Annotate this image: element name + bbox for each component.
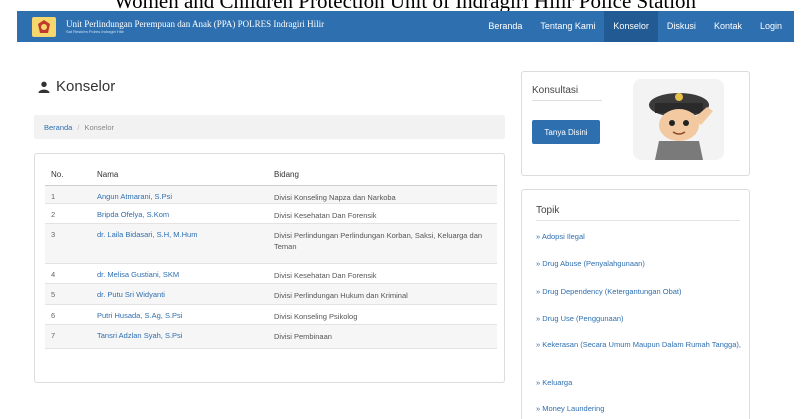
column-header-no: No.	[45, 164, 91, 186]
counselor-name-link[interactable]: Tansri Adzlan Syah, S.Psi	[91, 324, 268, 349]
topik-link[interactable]: » Money Laundering	[536, 403, 742, 414]
table-row: 7 Tansri Adzlan Syah, S.Psi Divisi Pembi…	[45, 324, 497, 349]
column-header-nama: Nama	[91, 164, 268, 186]
table-header-row: No. Nama Bidang	[45, 164, 497, 186]
topik-link[interactable]: » Drug Dependency (Ketergantungan Obat)	[536, 286, 742, 297]
table-row: 1 Angun Atmarani, S.Psi Divisi Konseling…	[45, 185, 497, 204]
counselor-name-link[interactable]: Angun Atmarani, S.Psi	[91, 185, 268, 204]
topik-panel: Topik » Adopsi Ilegal » Drug Abuse (Peny…	[521, 189, 750, 419]
table-row: 6 Putri Husada, S.Ag, S.Psi Divisi Konse…	[45, 304, 497, 325]
konselor-table: No. Nama Bidang 1 Angun Atmarani, S.Psi …	[45, 164, 497, 349]
breadcrumb: Beranda / Konselor	[34, 115, 505, 139]
cell-no: 6	[45, 304, 91, 325]
nav-beranda[interactable]: Beranda	[479, 11, 531, 42]
counselor-name-link[interactable]: dr. Laila Bidasari, S.H, M.Hum	[91, 223, 268, 264]
cell-no: 4	[45, 263, 91, 284]
column-header-bidang: Bidang	[268, 164, 497, 186]
topik-link[interactable]: » Keluarga	[536, 377, 742, 388]
cell-bidang: Divisi Perlindungan Perlindungan Korban,…	[268, 223, 497, 264]
counselor-name-link[interactable]: Putri Husada, S.Ag, S.Psi	[91, 304, 268, 325]
cell-no: 7	[45, 324, 91, 349]
topik-title: Topik	[536, 205, 560, 216]
cell-bidang: Divisi Kesehatan Dan Forensik	[268, 203, 497, 224]
table-row: 2 Bripda Ofelya, S.Kom Divisi Kesehatan …	[45, 203, 497, 224]
cell-bidang: Divisi Perlindungan Hukum dan Kriminal	[268, 283, 497, 305]
cell-no: 3	[45, 223, 91, 264]
cell-no: 5	[45, 283, 91, 305]
konselor-table-panel: No. Nama Bidang 1 Angun Atmarani, S.Psi …	[34, 153, 505, 383]
table-row: 5 dr. Putu Sri Widyanti Divisi Perlindun…	[45, 283, 497, 305]
police-mascot-illustration	[633, 79, 724, 160]
nav-tentang-kami[interactable]: Tentang Kami	[531, 11, 604, 42]
breadcrumb-separator: /	[77, 122, 80, 132]
cell-no: 1	[45, 185, 91, 204]
table-row: 3 dr. Laila Bidasari, S.H, M.Hum Divisi …	[45, 223, 497, 264]
konsultasi-title: Konsultasi	[532, 85, 579, 96]
top-navbar: Unit Perlindungan Perempuan dan Anak (PP…	[17, 11, 794, 42]
user-icon	[38, 81, 50, 93]
tanya-disini-button[interactable]: Tanya Disini	[532, 120, 600, 144]
topik-link[interactable]: » Kekerasan (Secara Umum Maupun Dalam Ru…	[536, 339, 742, 350]
nav-konselor[interactable]: Konselor	[604, 11, 658, 42]
nav-kontak[interactable]: Kontak	[705, 11, 751, 42]
table-row: 4 dr. Melisa Gustiani, SKM Divisi Keseha…	[45, 263, 497, 284]
breadcrumb-current: Konselor	[84, 122, 115, 132]
cell-bidang: Divisi Pembinaan	[268, 324, 497, 349]
konsultasi-panel: Konsultasi Tanya Disini	[521, 71, 750, 176]
topik-divider	[536, 220, 740, 221]
nav-login[interactable]: Login	[751, 11, 791, 42]
topik-link[interactable]: » Drug Abuse (Penyalahgunaan)	[536, 258, 742, 269]
counselor-name-link[interactable]: dr. Melisa Gustiani, SKM	[91, 263, 268, 284]
page-title: Konselor	[38, 79, 115, 95]
topik-link[interactable]: » Drug Use (Penggunaan)	[536, 313, 742, 324]
brand-subtitle: Sat Reskrim Polres Indragiri Hilir	[66, 28, 124, 34]
konsultasi-divider	[532, 100, 602, 101]
police-emblem-icon	[31, 16, 57, 38]
brand[interactable]: Unit Perlindungan Perempuan dan Anak (PP…	[17, 16, 479, 38]
cell-bidang: Divisi Konseling Napza dan Narkoba	[268, 185, 497, 204]
counselor-name-link[interactable]: Bripda Ofelya, S.Kom	[91, 203, 268, 224]
breadcrumb-home-link[interactable]: Beranda	[44, 123, 72, 132]
cell-bidang: Divisi Konseling Psikolog	[268, 304, 497, 325]
brand-title: Unit Perlindungan Perempuan dan Anak (PP…	[66, 18, 325, 29]
nav-diskusi[interactable]: Diskusi	[658, 11, 705, 42]
topik-link[interactable]: » Adopsi Ilegal	[536, 231, 742, 242]
nav-menu: Beranda Tentang Kami Konselor Diskusi Ko…	[479, 11, 791, 42]
cell-bidang: Divisi Kesehatan Dan Forensik	[268, 263, 497, 284]
cell-no: 2	[45, 203, 91, 224]
page-title-text: Konselor	[56, 78, 116, 95]
counselor-name-link[interactable]: dr. Putu Sri Widyanti	[91, 283, 268, 305]
